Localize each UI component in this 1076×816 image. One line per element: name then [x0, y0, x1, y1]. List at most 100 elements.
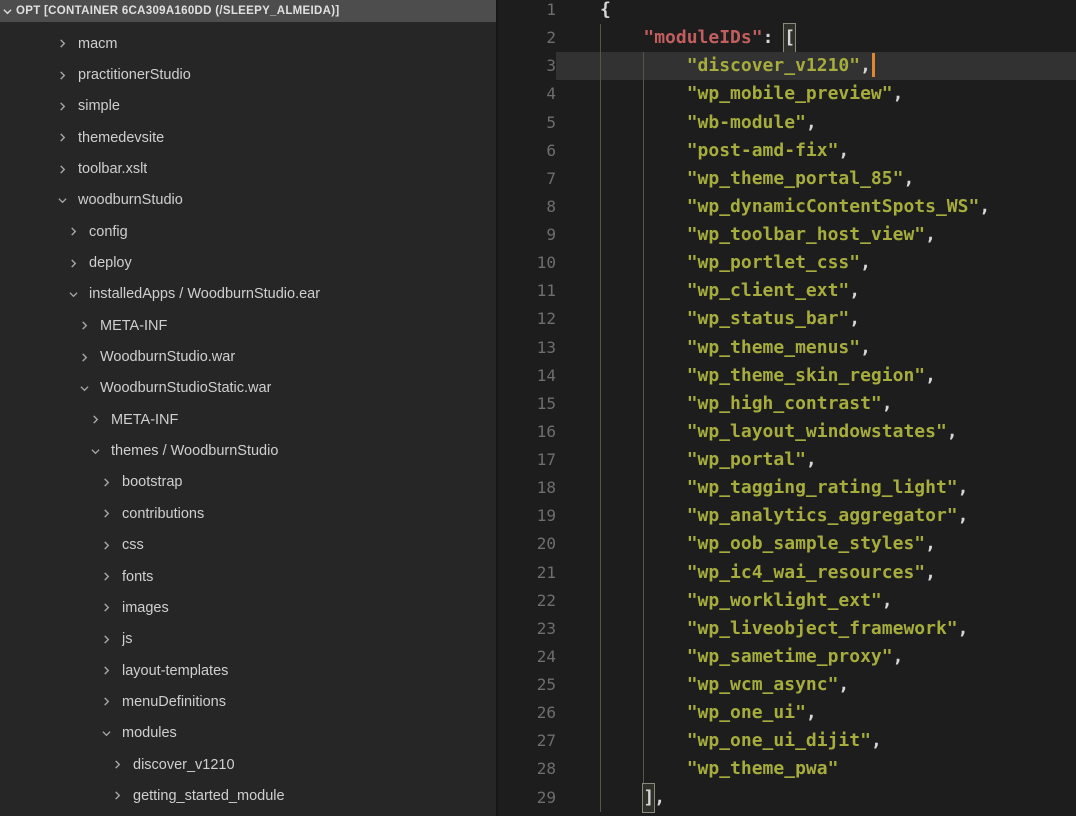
code-line[interactable]: 2 "moduleIDs": [ — [500, 24, 1076, 52]
indent-guide — [600, 784, 601, 812]
code-token: , — [893, 80, 904, 108]
code-line-content: "wp_dynamicContentSpots_WS", — [556, 193, 1076, 221]
chevron-right-icon — [112, 791, 122, 801]
code-line[interactable]: 18 "wp_tagging_rating_light", — [500, 474, 1076, 502]
indent-guide — [600, 474, 601, 502]
chevron-down-icon — [90, 446, 100, 456]
tree-item[interactable]: ocke_v104 — [0, 812, 496, 816]
tree-item[interactable]: config — [0, 216, 496, 247]
section-header-label: OPT [CONTAINER 6CA309A160DD (/SLEEPY_ALM… — [16, 5, 340, 17]
tree-item[interactable]: themes / WoodburnStudio — [0, 435, 496, 466]
code-token: , — [958, 502, 969, 530]
code-line[interactable]: 27 "wp_one_ui_dijit", — [500, 727, 1076, 755]
tree-item-label: css — [122, 537, 144, 553]
code-line[interactable]: 3 "discover_v1210", — [500, 52, 1076, 80]
code-line[interactable]: 23 "wp_liveobject_framework", — [500, 615, 1076, 643]
tree-item[interactable]: images — [0, 592, 496, 623]
tree-item[interactable]: WoodburnStudio.war — [0, 341, 496, 372]
tree-item[interactable]: getting_started_module — [0, 780, 496, 811]
code-line[interactable]: 1{ — [500, 0, 1076, 24]
tree-item[interactable]: modules — [0, 718, 496, 749]
code-token: , — [958, 615, 969, 643]
code-line[interactable]: 9 "wp_toolbar_host_view", — [500, 221, 1076, 249]
code-line[interactable]: 10 "wp_portlet_css", — [500, 249, 1076, 277]
tree-item-label: menuDefinitions — [122, 694, 226, 710]
code-line-content: "wp_portlet_css", — [556, 249, 1076, 277]
code-line[interactable]: 22 "wp_worklight_ext", — [500, 587, 1076, 615]
code-line[interactable]: 21 "wp_ic4_wai_resources", — [500, 559, 1076, 587]
code-line[interactable]: 26 "wp_one_ui", — [500, 699, 1076, 727]
explorer-section-header[interactable]: OPT [CONTAINER 6CA309A160DD (/SLEEPY_ALM… — [0, 0, 496, 22]
indent-guide — [600, 137, 601, 165]
tree-item[interactable]: fonts — [0, 561, 496, 592]
tree-item[interactable]: menuDefinitions — [0, 686, 496, 717]
tree-item[interactable]: discover_v1210 — [0, 749, 496, 780]
tree-item[interactable]: deploy — [0, 247, 496, 278]
code-line[interactable]: 6 "post-amd-fix", — [500, 137, 1076, 165]
indent-guide — [600, 362, 601, 390]
code-line[interactable]: 12 "wp_status_bar", — [500, 305, 1076, 333]
code-line[interactable]: 14 "wp_theme_skin_region", — [500, 362, 1076, 390]
tree-item[interactable]: css — [0, 530, 496, 561]
tree-item[interactable]: META-INF — [0, 310, 496, 341]
tree-item[interactable]: contributions — [0, 498, 496, 529]
code-line[interactable]: 4 "wp_mobile_preview", — [500, 80, 1076, 108]
chevron-right-icon — [101, 634, 111, 644]
code-line[interactable]: 13 "wp_theme_menus", — [500, 334, 1076, 362]
tree-item[interactable]: bootstrap — [0, 467, 496, 498]
indent-guide — [643, 390, 644, 418]
file-tree: macm practitionerStudiosimplethemedevsite… — [0, 22, 496, 816]
indent-guide — [600, 671, 601, 699]
tree-item-label: macm — [78, 36, 117, 52]
tree-item[interactable]: macm — [0, 28, 496, 59]
indent-guide — [643, 80, 644, 108]
tree-item[interactable]: installedApps / WoodburnStudio.ear — [0, 279, 496, 310]
code-line[interactable]: 24 "wp_sametime_proxy", — [500, 643, 1076, 671]
tree-item[interactable]: themedevsite — [0, 122, 496, 153]
indent-guide — [643, 165, 644, 193]
tree-item[interactable]: woodburnStudio — [0, 185, 496, 216]
line-number: 1 — [500, 0, 556, 24]
code-line[interactable]: 8 "wp_dynamicContentSpots_WS", — [500, 193, 1076, 221]
line-number: 23 — [500, 615, 556, 643]
code-line[interactable]: 7 "wp_theme_portal_85", — [500, 165, 1076, 193]
code-line[interactable]: 17 "wp_portal", — [500, 446, 1076, 474]
code-line[interactable]: 25 "wp_wcm_async", — [500, 671, 1076, 699]
tree-item-label: WoodburnStudio.war — [100, 349, 235, 365]
tree-item-label: getting_started_module — [133, 788, 285, 804]
code-line-content: "moduleIDs": [ — [556, 24, 1076, 52]
tree-item[interactable]: simple — [0, 91, 496, 122]
tree-item[interactable]: META-INF — [0, 404, 496, 435]
tree-item-label: deploy — [89, 255, 132, 271]
indent-guide — [600, 305, 601, 333]
code-token: , — [947, 418, 958, 446]
code-editor[interactable]: 1{2 "moduleIDs": [3 "discover_v1210",4 "… — [500, 0, 1076, 816]
code-line[interactable]: 15 "wp_high_contrast", — [500, 390, 1076, 418]
tree-item[interactable]: toolbar.xslt — [0, 153, 496, 184]
code-line[interactable]: 28 "wp_theme_pwa" — [500, 755, 1076, 783]
code-lines: 1{2 "moduleIDs": [3 "discover_v1210",4 "… — [500, 0, 1076, 812]
code-line[interactable]: 19 "wp_analytics_aggregator", — [500, 502, 1076, 530]
code-line[interactable]: 5 "wb-module", — [500, 109, 1076, 137]
line-number: 25 — [500, 671, 556, 699]
chevron-right-icon — [79, 352, 89, 362]
indent-guide — [600, 249, 601, 277]
code-line-content: "wp_theme_skin_region", — [556, 362, 1076, 390]
code-line[interactable]: 29 ], — [500, 784, 1076, 812]
line-number: 4 — [500, 80, 556, 108]
code-line[interactable]: 11 "wp_client_ext", — [500, 277, 1076, 305]
tree-item[interactable]: practitionerStudio — [0, 59, 496, 90]
tree-item-label: META-INF — [111, 412, 178, 428]
code-token: "wp_wcm_async" — [687, 671, 839, 699]
tree-item-label: woodburnStudio — [78, 192, 183, 208]
indent-guide — [643, 109, 644, 137]
code-line[interactable]: 20 "wp_oob_sample_styles", — [500, 530, 1076, 558]
tree-item[interactable]: layout-templates — [0, 655, 496, 686]
code-line[interactable]: 16 "wp_layout_windowstates", — [500, 418, 1076, 446]
tree-item[interactable]: WoodburnStudioStatic.war — [0, 373, 496, 404]
tree-item[interactable]: js — [0, 624, 496, 655]
code-line-content: "wb-module", — [556, 109, 1076, 137]
indent-guide — [600, 193, 601, 221]
code-line-content: "wp_client_ext", — [556, 277, 1076, 305]
indent-guide — [643, 362, 644, 390]
